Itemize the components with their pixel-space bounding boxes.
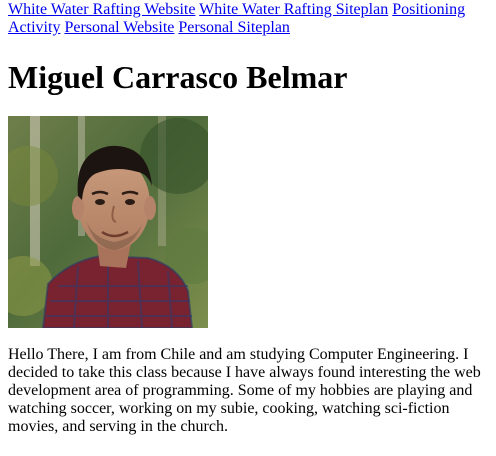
nav-link-rafting-siteplan[interactable]: White Water Rafting Siteplan [199,1,388,18]
nav-link-personal-siteplan[interactable]: Personal Siteplan [178,19,290,36]
bio-paragraph: Hello There, I am from Chile and am stud… [8,346,481,435]
page-title: Miguel Carrasco Belmar [8,59,348,95]
nav-link-personal-website[interactable]: Personal Website [64,19,174,36]
profile-photo [8,116,208,328]
top-nav: White Water Rafting Website White Water … [8,1,488,37]
nav-link-rafting-website[interactable]: White Water Rafting Website [8,1,195,18]
page: White Water Rafting Website White Water … [0,1,496,436]
